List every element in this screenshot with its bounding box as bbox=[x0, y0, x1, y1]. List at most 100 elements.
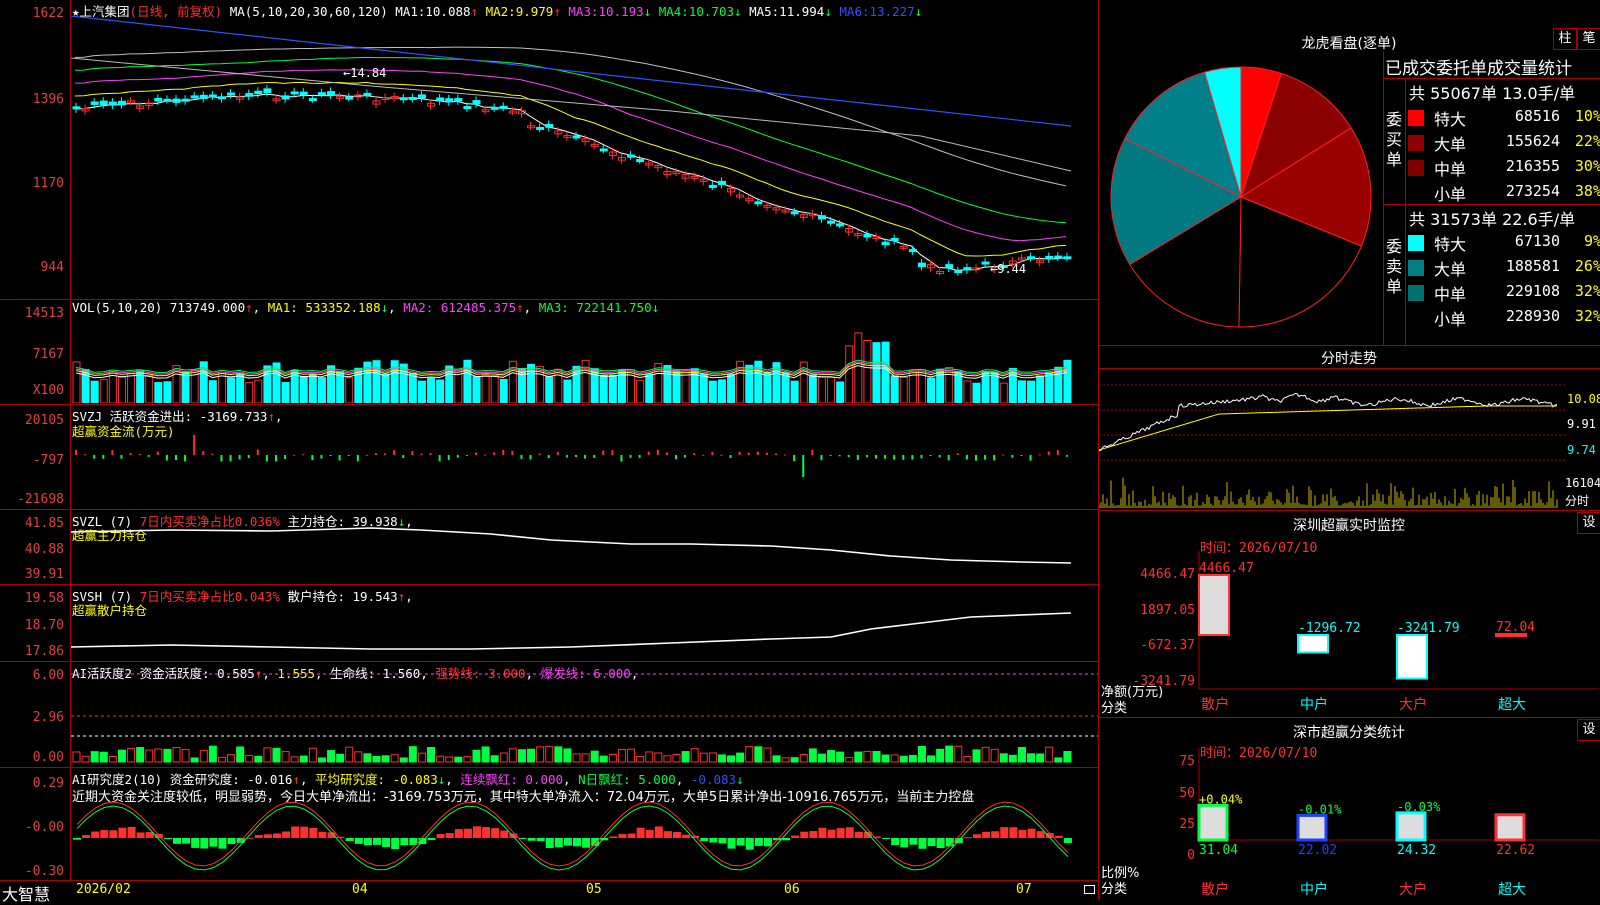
kline-candle bbox=[217, 96, 226, 100]
vol-bar bbox=[781, 372, 790, 403]
order-pie-chart bbox=[1110, 66, 1372, 328]
vol-ma3-arrow: ↓ bbox=[651, 300, 660, 315]
ai1-bar bbox=[327, 750, 336, 763]
vol-ylabel-unit: X100 bbox=[32, 383, 64, 398]
ai1-bar bbox=[554, 746, 563, 763]
ai1-bar bbox=[563, 748, 572, 763]
svzj-bar bbox=[893, 455, 896, 460]
row-label: 小单 bbox=[1434, 185, 1467, 204]
svzj-bar bbox=[538, 453, 541, 455]
svzj-bar bbox=[665, 452, 668, 455]
svzj-bar bbox=[711, 451, 714, 455]
svzj-bar bbox=[902, 455, 905, 460]
vol-bar bbox=[563, 379, 572, 403]
svsh-panel[interactable]: 19.58 18.70 17.86 SVSH (7) 7日内买卖净占比0.043… bbox=[0, 585, 1098, 662]
intraday-ylabel-3: 9.74 bbox=[1567, 443, 1596, 457]
kline-panel[interactable]: 1622 1396 1170 944 ★上汽集团(日线, 前复权) MA(5,1… bbox=[0, 0, 1098, 300]
ai2-bar bbox=[473, 826, 481, 838]
vol-panel[interactable]: 14513 7167 X100 VOL(5,10,20) 713749.000↑… bbox=[0, 299, 1098, 405]
svzj-bar bbox=[429, 453, 432, 455]
lock-icon[interactable] bbox=[1084, 885, 1095, 894]
svzj-bar bbox=[1002, 454, 1005, 456]
kline-high-mark: ←14.84 bbox=[343, 66, 387, 80]
svzj-panel[interactable]: 20105 -797 -21698 SVZJ 活跃资金进出: -3169.733… bbox=[0, 405, 1098, 510]
ai2-bar bbox=[682, 834, 691, 838]
bar-mode-button[interactable]: 柱 bbox=[1553, 28, 1577, 50]
vol-bar bbox=[599, 374, 608, 403]
ai1-bar bbox=[790, 757, 799, 763]
svzj-bar bbox=[693, 453, 696, 455]
vol-ma2: 612485.375 bbox=[440, 300, 517, 315]
svzj-bar bbox=[511, 450, 514, 455]
classify-panel[interactable]: 深市超赢分类统计 设 时间：2026/07/10 75 50 25 0 比例% … bbox=[1099, 718, 1600, 900]
buy-row-4: 小单 273254 38% bbox=[1406, 180, 1600, 204]
intraday-panel[interactable]: 分时走势 10.08 9.91 9.74 16104 分时 bbox=[1099, 346, 1600, 511]
monitor-bar-value: -1296.72 bbox=[1298, 621, 1361, 636]
vol-bar bbox=[636, 379, 645, 403]
ai1-bar bbox=[408, 746, 417, 763]
row-pct: 26% bbox=[1574, 257, 1600, 275]
svzj-bar bbox=[647, 451, 650, 455]
ai1-bar bbox=[736, 752, 745, 763]
ai2-bar bbox=[982, 831, 991, 838]
ai1-bar bbox=[281, 751, 290, 763]
monitor-cat-label: 散户 bbox=[1201, 696, 1229, 713]
kline-chart[interactable] bbox=[71, 16, 1098, 298]
intraday-chart[interactable] bbox=[1099, 370, 1565, 509]
ai1-bar bbox=[190, 757, 199, 763]
ai1-bar bbox=[72, 751, 81, 763]
svzj-bar bbox=[456, 455, 459, 458]
kline-candle bbox=[190, 95, 199, 99]
ai2-bar bbox=[900, 838, 909, 848]
classify-chart[interactable]: +0.04% 31.04 散户 -0.01% 22.02 中户 -0.03% 24.32 大户 2… bbox=[1099, 718, 1600, 900]
svzj-bar bbox=[256, 449, 259, 455]
svzl-ylabel-2: 40.88 bbox=[24, 542, 64, 557]
vol-bar bbox=[472, 376, 481, 403]
svzj-bar bbox=[575, 455, 577, 457]
svzj-bar bbox=[829, 455, 832, 456]
sell-row-2: 大单 188581 26% bbox=[1406, 255, 1600, 279]
svzl-chart[interactable] bbox=[71, 524, 1098, 584]
row-value: 188581 bbox=[1505, 257, 1560, 275]
ai2-bar bbox=[563, 838, 572, 846]
vol-chart[interactable] bbox=[71, 315, 1098, 403]
ai2-bar bbox=[527, 838, 536, 841]
kline-candle bbox=[263, 88, 272, 94]
row-label: 中单 bbox=[1434, 160, 1467, 179]
row-value: 68516 bbox=[1514, 107, 1560, 125]
kline-candle bbox=[463, 106, 472, 110]
ai2-bar bbox=[709, 838, 718, 843]
ai2-v4: 5.000 bbox=[638, 772, 676, 787]
row-label: 特大 bbox=[1434, 110, 1467, 129]
ai2-bar bbox=[436, 834, 445, 838]
svzl-panel[interactable]: 41.85 40.88 39.91 SVZL (7) 7日内买卖净占比0.036… bbox=[0, 510, 1098, 585]
intraday-vol-label: 16104 bbox=[1565, 476, 1600, 490]
classify-cat-label: 大户 bbox=[1399, 881, 1427, 898]
color-swatch bbox=[1408, 110, 1424, 126]
ai2-bar bbox=[827, 829, 836, 838]
ai-research-panel[interactable]: 0.29 -0.00 -0.30 AI研究度2(10) 资金研究度: -0.01… bbox=[0, 768, 1098, 880]
classify-bar-1 bbox=[1197, 803, 1229, 842]
svzj-bar bbox=[1038, 454, 1041, 456]
svzj-chart[interactable] bbox=[71, 435, 1098, 507]
kline-ylabel-4: 944 bbox=[40, 260, 64, 275]
tick-mode-button[interactable]: 笔 bbox=[1577, 28, 1600, 50]
svsh-chart[interactable] bbox=[71, 599, 1098, 661]
vol-bar bbox=[163, 381, 172, 403]
ai1-bar bbox=[863, 750, 872, 763]
x-label-1: 2026/02 bbox=[76, 882, 131, 897]
vol-bar bbox=[117, 376, 126, 403]
svzj-bar bbox=[329, 455, 332, 456]
ai1-chart[interactable] bbox=[71, 662, 1098, 766]
ai-activity-panel[interactable]: 6.00 2.96 0.00 AI活跃度2 资金活跃度: 0.585↑, 1.5… bbox=[0, 662, 1098, 768]
row-pct: 32% bbox=[1574, 307, 1600, 325]
ai1-bar bbox=[145, 749, 154, 763]
ai2-chart[interactable] bbox=[71, 798, 1098, 880]
svzj-bar bbox=[929, 455, 932, 456]
monitor-panel[interactable]: 深圳超赢实时监控 设 时间：2026/07/10 4466.47 1897.05… bbox=[1099, 511, 1600, 718]
ai1-bar bbox=[717, 754, 726, 763]
ai2-bar bbox=[100, 830, 109, 838]
monitor-chart[interactable]: 4466.47 散户 -1296.72 中户 -3241.79 大户 72.04 超大 bbox=[1099, 511, 1600, 717]
vol-ma1: 533352.188 bbox=[305, 300, 381, 315]
ai2-v1: -0.016 bbox=[247, 772, 293, 787]
